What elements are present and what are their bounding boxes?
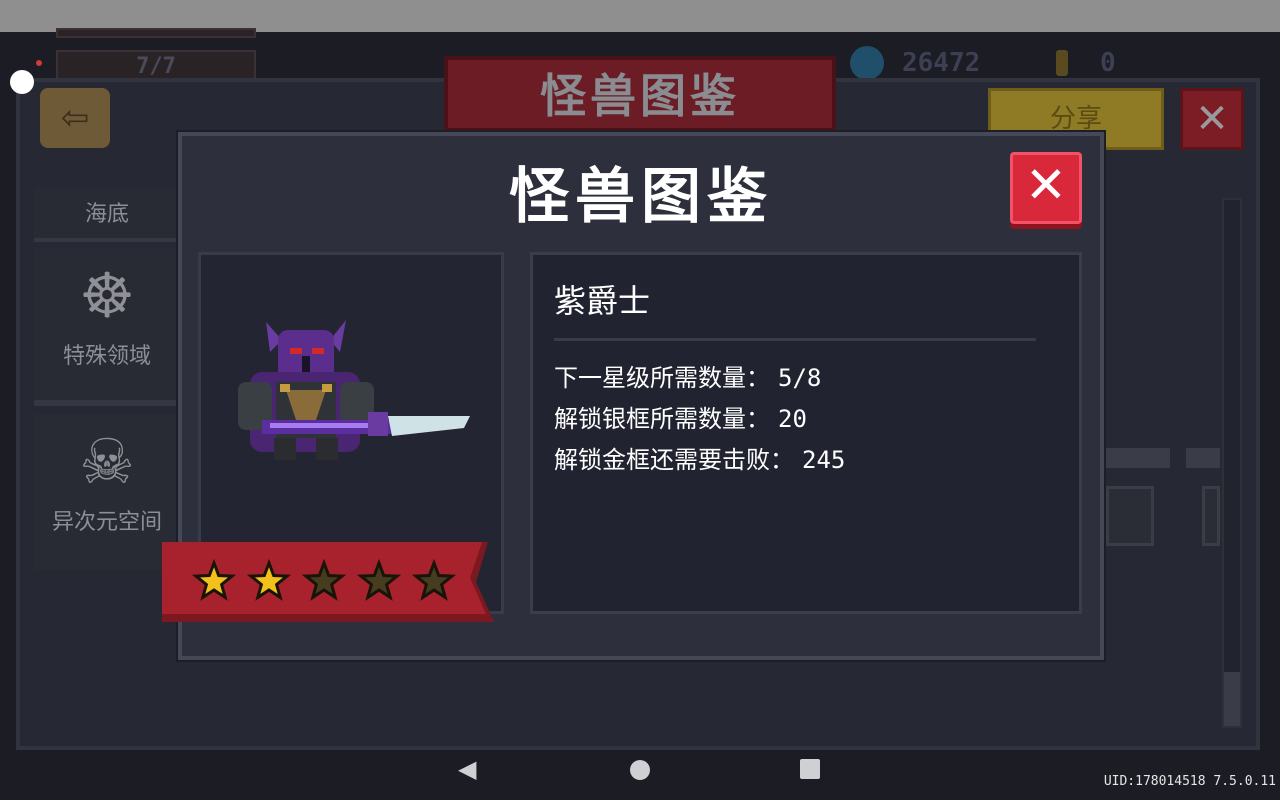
nav-recents-icon[interactable]	[800, 759, 820, 779]
uid-label: UID:178014518 7.5.0.11	[1103, 774, 1276, 789]
star-empty-icon	[356, 558, 402, 601]
info-next-star-value: 5/8	[778, 364, 822, 392]
info-silver-frame-value: 20	[778, 405, 807, 433]
screen-record-indicator[interactable]	[10, 70, 34, 94]
info-next-star-label: 下一星级所需数量：	[554, 364, 770, 392]
star-filled-icon	[191, 558, 237, 601]
info-gold-frame-label: 解锁金框还需要击败：	[554, 446, 794, 474]
nav-back-icon[interactable]: ◀	[458, 756, 482, 782]
notification-dot	[36, 60, 42, 66]
info-silver-frame: 解锁银框所需数量： 20	[554, 399, 807, 434]
nav-home-icon[interactable]	[630, 760, 650, 780]
star-filled-icon	[246, 558, 292, 601]
star-empty-icon	[411, 558, 457, 601]
name-divider	[554, 338, 1036, 341]
monster-name: 紫爵士	[554, 282, 651, 320]
star-empty-icon	[301, 558, 347, 601]
info-silver-frame-label: 解锁银框所需数量：	[554, 405, 770, 433]
info-gold-frame-value: 245	[802, 446, 846, 474]
info-next-star: 下一星级所需数量： 5/8	[554, 358, 821, 393]
info-gold-frame: 解锁金框还需要击败： 245	[554, 440, 845, 475]
